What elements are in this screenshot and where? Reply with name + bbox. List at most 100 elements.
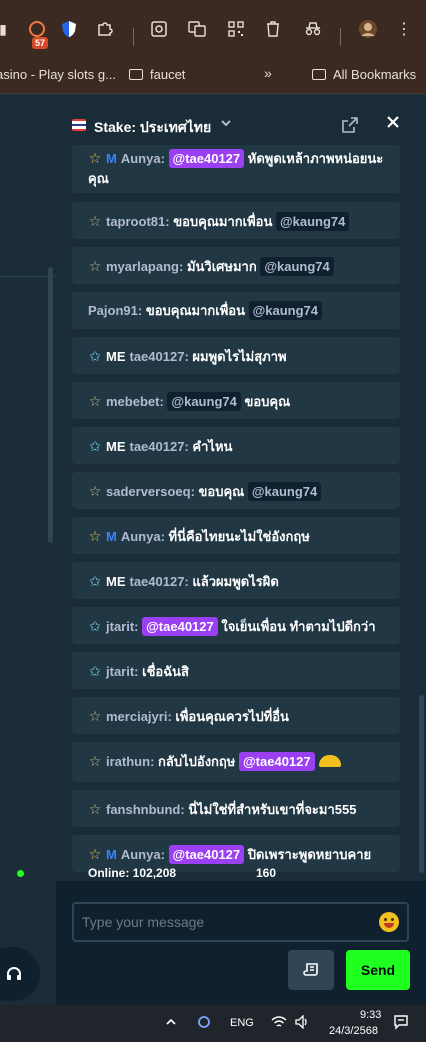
language-indicator[interactable]: ENG: [230, 1017, 254, 1029]
cortana-icon[interactable]: [197, 1015, 211, 1032]
qr-code-icon[interactable]: [225, 18, 247, 40]
message-username[interactable]: jtarit: [106, 619, 134, 634]
profile-avatar-icon[interactable]: [357, 18, 379, 40]
message-text: เพื่อนคุณควรไปที่อื่น: [175, 709, 289, 724]
chat-rules-button[interactable]: [288, 950, 334, 990]
hardhat-emoji-icon: [318, 755, 341, 767]
puzzle-icon[interactable]: [94, 18, 116, 40]
translate-icon[interactable]: [186, 18, 208, 40]
message-username[interactable]: tae40127: [130, 349, 185, 364]
online-status-dot: [17, 870, 24, 877]
message-text: ขอบคุณ: [198, 484, 245, 499]
chat-message: Pajon91: ขอบคุณมากเพื่อน @kaung74: [72, 292, 400, 329]
headset-icon: [7, 967, 21, 980]
message-username[interactable]: irathun: [106, 754, 150, 769]
online-count: Online: 102,208: [88, 866, 177, 880]
wifi-icon[interactable]: [271, 1015, 287, 1032]
message-text: ใจเย็นเพื่อน ทำตามไปดีกว่า: [221, 619, 376, 634]
me-badge: ME: [106, 439, 126, 454]
toolbar-divider: [340, 28, 341, 46]
thailand-flag-icon: [72, 119, 86, 131]
message-mention[interactable]: @tae40127: [168, 845, 245, 864]
camera-icon[interactable]: [148, 18, 170, 40]
message-username[interactable]: merciajyri: [106, 709, 167, 724]
me-badge: ME: [106, 574, 126, 589]
browser-menu-icon[interactable]: ⋮: [393, 18, 415, 40]
message-input[interactable]: [82, 912, 372, 932]
message-mention[interactable]: @kaung74: [247, 482, 322, 501]
extension-icon[interactable]: ▮: [0, 18, 14, 40]
message-username[interactable]: mebebet: [106, 394, 159, 409]
message-username[interactable]: taproot81: [106, 214, 165, 229]
me-badge: ME: [106, 349, 126, 364]
bookmarks-bar: asino - Play slots g... faucet » All Boo…: [0, 56, 426, 94]
message-username[interactable]: myarlapang: [106, 259, 179, 274]
chevron-down-icon[interactable]: [220, 117, 232, 132]
shield-icon[interactable]: [58, 18, 80, 40]
windows-taskbar: ENG 9:33 24/3/2568: [0, 1005, 426, 1042]
trash-icon[interactable]: [262, 18, 284, 40]
emoji-picker-icon[interactable]: [379, 912, 399, 932]
star-icon: ☆: [88, 150, 102, 166]
close-chat-button[interactable]: [386, 113, 400, 134]
message-username[interactable]: Aunya: [121, 151, 161, 166]
page-background: [0, 95, 56, 1005]
notifications-icon[interactable]: [393, 1014, 409, 1033]
message-mention[interactable]: @tae40127: [168, 149, 245, 168]
message-username[interactable]: tae40127: [130, 439, 185, 454]
message-mention[interactable]: @kaung74: [275, 212, 350, 231]
chat-scrollbar[interactable]: [419, 695, 424, 873]
clock-time[interactable]: 9:33: [360, 1009, 381, 1021]
page-scrollbar[interactable]: [48, 267, 53, 543]
moderator-badge: M: [106, 151, 117, 166]
bookmarks-overflow-button[interactable]: »: [264, 65, 272, 81]
message-text: ที่นี่คือไทยนะไม่ใช่อังกฤษ: [168, 529, 310, 544]
chat-message: ☆ irathun: กลับไปอังกฤษ @tae40127: [72, 742, 400, 782]
star-icon: ✩: [89, 438, 101, 454]
bookmark-casino[interactable]: asino - Play slots g...: [0, 67, 116, 82]
chat-message: ✩ jtarit: @tae40127 ใจเย็นเพื่อน ทำตามไปด…: [72, 607, 400, 644]
volume-icon[interactable]: [295, 1014, 311, 1032]
bookmark-faucet[interactable]: faucet: [129, 67, 185, 82]
message-mention[interactable]: @kaung74: [167, 392, 241, 411]
browser-toolbar: ▮ 57 ⋮: [0, 0, 426, 56]
chat-message: ☆ M Aunya: @tae40127 หัดพูดเหล้าภาพหน่อยนะ…: [72, 145, 400, 193]
message-username[interactable]: Pajon91: [88, 303, 138, 318]
message-mention[interactable]: @tae40127: [239, 752, 315, 771]
popout-icon[interactable]: [342, 117, 358, 133]
message-mention[interactable]: @kaung74: [248, 301, 323, 320]
message-text: มันวิเศษมาก: [186, 259, 257, 274]
moderator-badge: M: [106, 847, 117, 862]
message-list[interactable]: ☆ M Aunya: @tae40127 หัดพูดเหล้าภาพหน่อยนะ…: [72, 145, 400, 881]
moderator-badge: M: [106, 529, 117, 544]
star-icon: ☆: [88, 483, 102, 499]
message-text: ขอบคุณมากเพื่อน: [173, 214, 273, 229]
message-username[interactable]: saderversoeq: [106, 484, 191, 499]
message-text: คำไหน: [192, 439, 233, 454]
toolbar-divider: [133, 28, 134, 46]
message-input-wrapper: [72, 902, 409, 942]
message-username[interactable]: fanshnbund: [106, 802, 180, 817]
message-mention[interactable]: @tae40127: [142, 617, 218, 636]
chat-message: ☆ taproot81: ขอบคุณมากเพื่อน @kaung74: [72, 202, 400, 239]
send-button[interactable]: Send: [346, 950, 410, 990]
incognito-icon[interactable]: [302, 18, 324, 40]
clock-date[interactable]: 24/3/2568: [329, 1025, 378, 1037]
all-bookmarks-button[interactable]: All Bookmarks: [312, 67, 416, 82]
star-icon: ✩: [89, 573, 101, 589]
message-text: ปิดเพราะพูดหยาบคาย: [247, 847, 372, 862]
message-text: เชื่อฉันสิ: [142, 664, 189, 679]
folder-icon: [312, 69, 326, 80]
show-hidden-icons-icon[interactable]: [165, 1016, 177, 1031]
chat-message: ✩ ME tae40127: ผมพูดไรไม่สุภาพ: [72, 337, 400, 374]
message-username[interactable]: tae40127: [130, 574, 185, 589]
message-mention[interactable]: @kaung74: [260, 257, 334, 276]
star-icon: ☆: [88, 528, 102, 544]
message-text: ขอบคุณ: [244, 394, 291, 409]
message-username[interactable]: Aunya: [121, 529, 161, 544]
chat-room-selector[interactable]: Stake: ประเทศไทย: [94, 117, 211, 139]
message-username[interactable]: Aunya: [121, 847, 161, 862]
message-username[interactable]: jtarit: [106, 664, 134, 679]
star-icon: ☆: [88, 258, 102, 274]
chat-message: ✩ jtarit: เชื่อฉันสิ: [72, 652, 400, 689]
